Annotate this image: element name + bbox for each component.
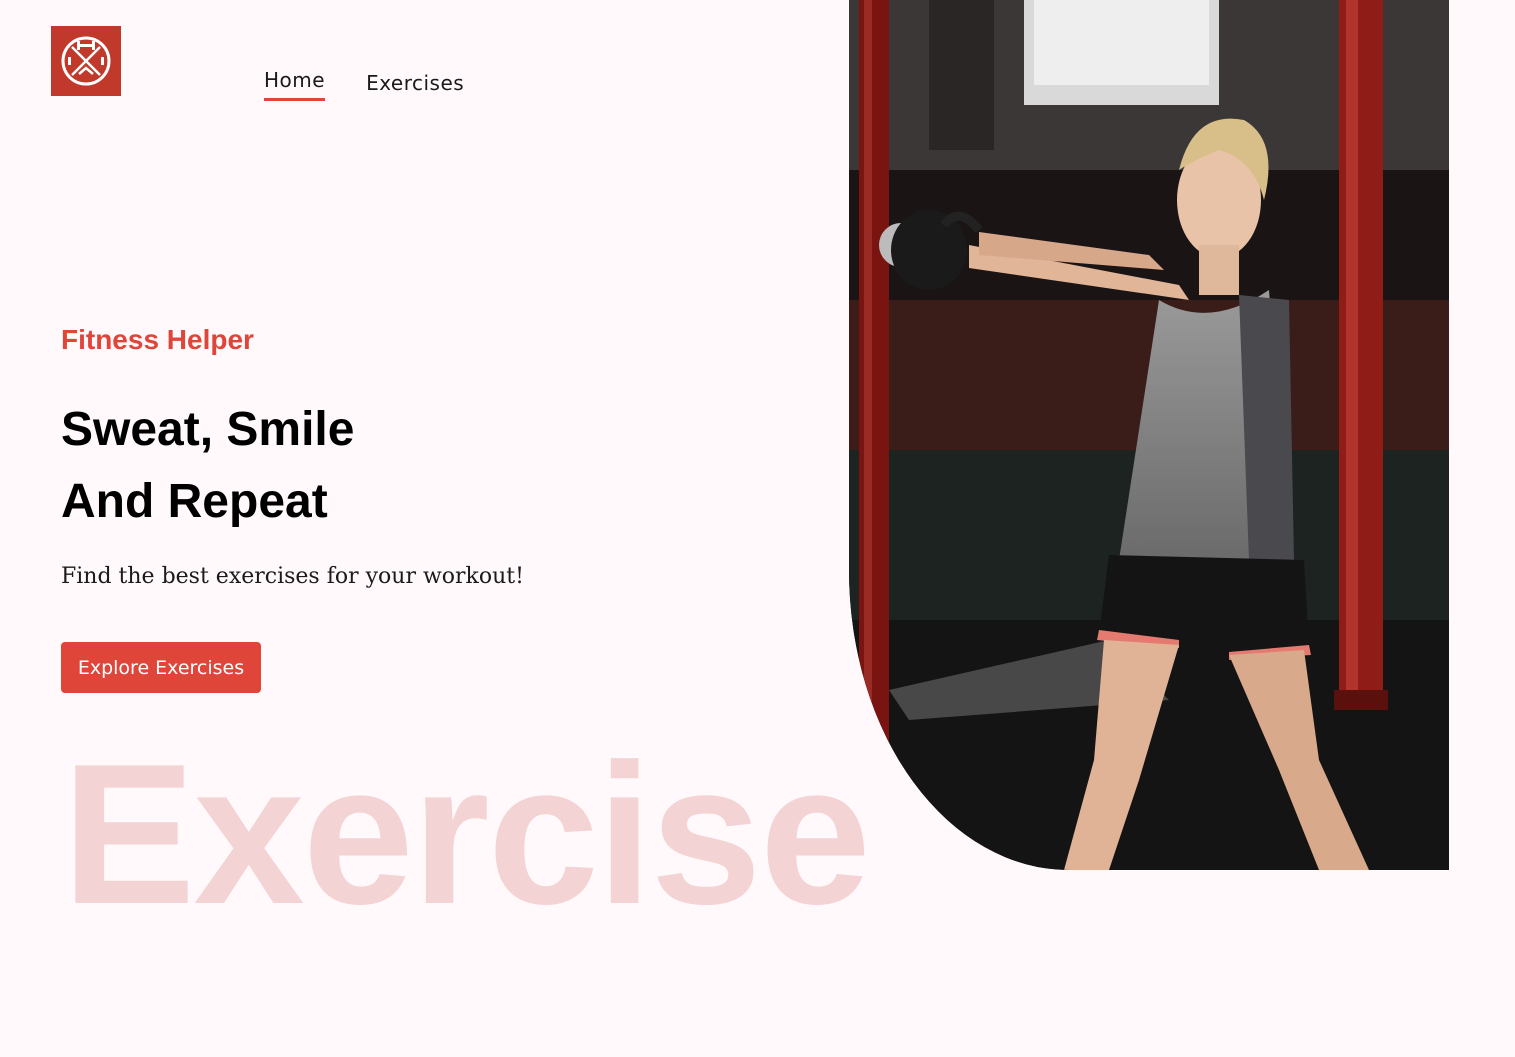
hero-subtitle: Find the best exercises for your workout… (61, 564, 524, 589)
explore-exercises-button[interactable]: Explore Exercises (61, 642, 261, 693)
nav-exercises-link[interactable]: Exercises (366, 71, 464, 101)
dumbbell-cross-icon (61, 36, 111, 86)
nav-home-link[interactable]: Home (264, 68, 326, 101)
brand-title: Fitness Helper (61, 324, 254, 355)
headline-line-2: And Repeat (61, 475, 328, 528)
hero-headline: Sweat, Smile And Repeat (61, 394, 354, 538)
hero-photo (849, 0, 1449, 870)
background-watermark: Exercise (62, 723, 871, 946)
logo[interactable] (51, 26, 121, 96)
headline-line-1: Sweat, Smile (61, 403, 355, 456)
main-nav: Home Exercises (264, 68, 464, 101)
woman-kettlebell-photo (849, 0, 1449, 870)
